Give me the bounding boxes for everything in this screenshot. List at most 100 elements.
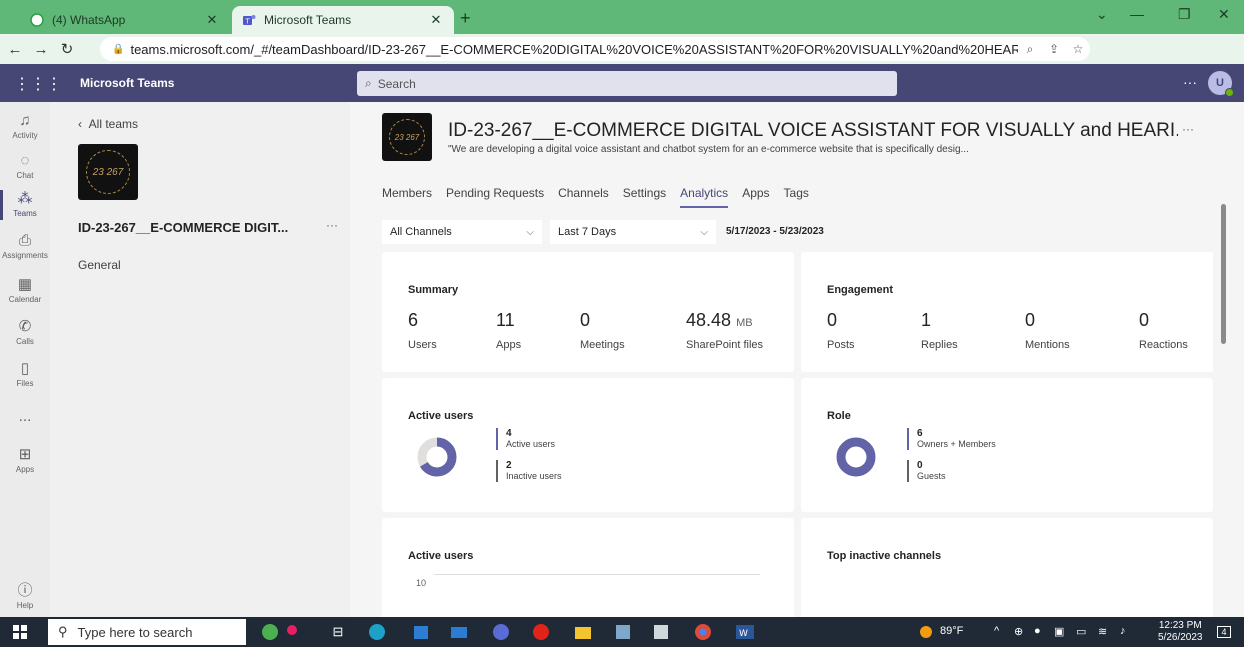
tab-channels[interactable]: Channels	[558, 186, 609, 208]
task-view-icon[interactable]: ⊟	[328, 622, 348, 642]
scrollbar-thumb[interactable]	[1221, 204, 1226, 344]
new-tab-button[interactable]: +	[460, 8, 471, 29]
mail-icon[interactable]	[448, 622, 470, 642]
star-icon[interactable]: ☆	[1066, 42, 1090, 56]
media-player-icon[interactable]	[490, 622, 512, 642]
appbar-label: Calls	[16, 337, 34, 346]
date-range: 5/17/2023 - 5/23/2023	[726, 226, 824, 237]
close-window-button[interactable]: ✕	[1218, 6, 1230, 23]
stat-label: Reactions	[1139, 339, 1188, 351]
stat-label: Replies	[921, 339, 958, 351]
channel-filter-dropdown[interactable]: All Channels ⌵	[382, 220, 542, 244]
address-bar[interactable]: 🔒 teams.microsoft.com/_#/teamDashboard/I…	[100, 37, 1090, 61]
stat-replies: 1 Replies	[921, 310, 958, 351]
appbar-calls[interactable]: ✆ Calls	[0, 318, 50, 346]
stat-label: SharePoint files	[686, 339, 764, 351]
chrome-icon[interactable]	[690, 622, 716, 642]
team-description: "We are developing a digital voice assis…	[448, 144, 969, 155]
tray-icon[interactable]: ▣	[1054, 625, 1064, 638]
stat-label: Mentions	[1025, 339, 1070, 351]
file-explorer-icon[interactable]	[572, 622, 594, 642]
tab-tags[interactable]: Tags	[784, 186, 809, 208]
tab-whatsapp[interactable]: (4) WhatsApp ✕	[20, 6, 230, 34]
file-icon: ▯	[20, 360, 30, 377]
edge-icon[interactable]	[366, 622, 388, 642]
appbar-chat[interactable]: ◌ Chat	[0, 152, 50, 180]
close-icon[interactable]: ✕	[428, 12, 444, 28]
taskbar-search-input[interactable]: ⚲ Type here to search	[48, 619, 246, 645]
zoom-icon[interactable]: ⌕	[1018, 42, 1042, 57]
period-filter-dropdown[interactable]: Last 7 Days ⌵	[550, 220, 716, 244]
store-icon[interactable]	[410, 622, 432, 642]
more-options-icon[interactable]: ···	[1183, 74, 1197, 90]
weather-icon[interactable]	[918, 625, 934, 639]
stat-reactions: 0 Reactions	[1139, 310, 1188, 351]
appbar-more[interactable]: ...	[0, 408, 50, 427]
app-icon[interactable]	[612, 622, 634, 642]
word-icon[interactable]: W	[732, 622, 758, 642]
appbar-calendar[interactable]: ▦ Calendar	[0, 276, 50, 304]
tab-settings[interactable]: Settings	[623, 186, 666, 208]
all-teams-link[interactable]: ‹ All teams	[78, 117, 138, 131]
windows-start-icon[interactable]	[10, 622, 30, 642]
appbar-activity[interactable]: ♫ Activity	[0, 112, 50, 140]
news-widget-icon[interactable]	[254, 622, 304, 642]
appbar-apps[interactable]: ⊞ Apps	[0, 446, 50, 474]
wifi-icon[interactable]: ≋	[1098, 625, 1107, 638]
waffle-icon[interactable]: ⋮⋮⋮	[14, 74, 62, 94]
search-input[interactable]: ⌕ Search	[357, 71, 897, 96]
card-title: Summary	[408, 284, 459, 296]
summary-card: Summary 6 Users 11 Apps 0 Meetings 48.48…	[382, 252, 794, 372]
opera-icon[interactable]	[530, 622, 552, 642]
more-icon: ...	[18, 408, 32, 425]
minimize-button[interactable]: —	[1130, 6, 1144, 22]
bell-icon: ♫	[19, 112, 31, 129]
channel-general[interactable]: General	[78, 258, 121, 272]
legend-label: Guests	[917, 471, 946, 481]
tray-icon[interactable]: ⊕	[1014, 625, 1023, 638]
avatar[interactable]: U	[1208, 71, 1234, 97]
share-icon[interactable]: ⇪	[1042, 42, 1066, 56]
tab-analytics[interactable]: Analytics	[680, 186, 729, 208]
appbar-files[interactable]: ▯ Files	[0, 360, 50, 388]
notification-icon[interactable]: 4	[1212, 622, 1236, 642]
active-users-chart-card: Active users 10	[382, 518, 794, 617]
tab-apps[interactable]: Apps	[742, 186, 769, 208]
appbar-label: Assignments	[2, 251, 48, 260]
speaker-icon[interactable]: ♪	[1120, 625, 1126, 637]
tray-icon[interactable]: ●	[1034, 625, 1041, 637]
team-name[interactable]: ID-23-267__E-COMMERCE DIGIT...	[78, 220, 318, 235]
team-logo-text: 23 267	[389, 119, 425, 155]
clock[interactable]: 12:23 PM 5/26/2023	[1158, 620, 1203, 644]
team-panel: ‹ All teams 23 267 ID-23-267__E-COMMERCE…	[50, 102, 350, 617]
reload-icon[interactable]: ↻	[56, 40, 78, 58]
tab-pending-requests[interactable]: Pending Requests	[446, 186, 544, 208]
stat-label: Posts	[827, 339, 855, 351]
back-arrow-icon[interactable]: ←	[4, 41, 26, 58]
chevron-left-icon: ‹	[78, 117, 82, 131]
y-axis-tick: 10	[416, 578, 427, 588]
battery-icon[interactable]: ▭	[1076, 625, 1086, 638]
chevron-up-icon[interactable]: ^	[994, 625, 999, 637]
tab-microsoft-teams[interactable]: T Microsoft Teams ✕	[232, 6, 454, 34]
svg-text:T: T	[245, 18, 251, 26]
close-icon[interactable]: ✕	[204, 12, 220, 28]
appbar-help[interactable]: ⓘ Help	[0, 582, 50, 610]
snipping-tool-icon[interactable]	[650, 622, 672, 642]
restore-button[interactable]: ❐	[1178, 6, 1191, 23]
teams-header: ⋮⋮⋮ Microsoft Teams ⌕ Search ··· U	[0, 64, 1244, 102]
card-title: Active users	[408, 410, 474, 422]
appbar-label: Apps	[15, 465, 35, 474]
stat-sharepoint-files: 48.48 MB SharePoint files	[686, 310, 763, 351]
appbar-assignments[interactable]: ⎙ Assignments	[0, 232, 50, 260]
tab-members[interactable]: Members	[382, 186, 432, 208]
whatsapp-icon	[30, 13, 44, 27]
forward-arrow-icon[interactable]: →	[30, 41, 52, 58]
more-options-icon[interactable]: ···	[1182, 122, 1194, 136]
legend-label: Inactive users	[506, 471, 562, 481]
weather-temp[interactable]: 89°F	[940, 625, 963, 637]
team-more-icon[interactable]: ···	[326, 218, 338, 232]
chevron-down-icon[interactable]: ⌄	[1096, 6, 1108, 23]
teams-icon: ⁂	[17, 190, 33, 207]
appbar-teams[interactable]: ⁂ Teams	[0, 190, 50, 220]
